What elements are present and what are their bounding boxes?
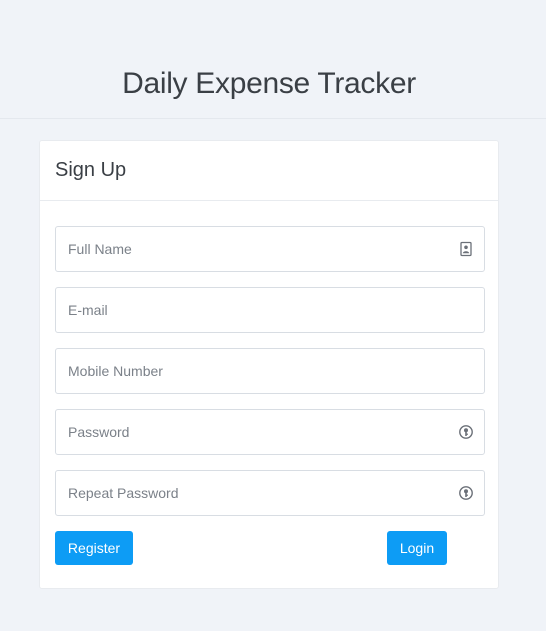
signup-panel: Sign Up Register Login xyxy=(39,140,499,589)
repeat-password-input[interactable] xyxy=(56,471,484,515)
register-button[interactable]: Register xyxy=(55,531,133,565)
repeat-password-field[interactable] xyxy=(55,470,485,516)
key-icon xyxy=(459,486,473,500)
password-input[interactable] xyxy=(56,410,484,454)
mobile-number-input[interactable] xyxy=(56,349,484,393)
mobile-number-field[interactable] xyxy=(55,348,485,394)
email-input[interactable] xyxy=(56,288,484,332)
page-header: Daily Expense Tracker xyxy=(0,0,546,119)
panel-heading: Sign Up xyxy=(40,141,498,201)
email-field[interactable] xyxy=(55,287,485,333)
signup-heading: Sign Up xyxy=(55,159,127,181)
contact-card-icon xyxy=(460,241,472,257)
full-name-input[interactable] xyxy=(56,227,484,271)
app-title: Daily Expense Tracker xyxy=(122,67,416,100)
password-field[interactable] xyxy=(55,409,485,455)
login-button[interactable]: Login xyxy=(387,531,447,565)
key-icon xyxy=(459,425,473,439)
full-name-field[interactable] xyxy=(55,226,485,272)
